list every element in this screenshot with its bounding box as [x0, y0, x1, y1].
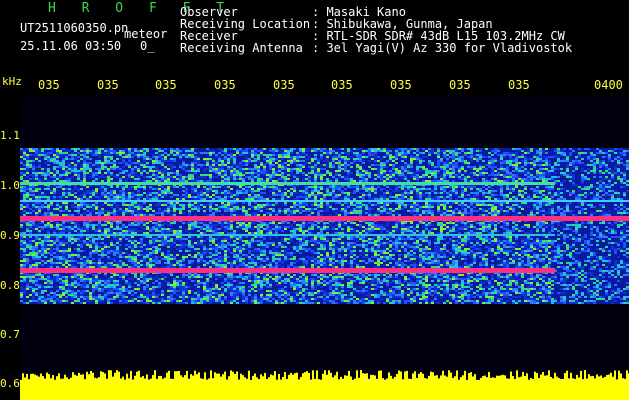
time-tick-label: 035	[214, 78, 236, 92]
frequency-tick-label: 1.0	[0, 179, 20, 192]
signal-band	[20, 148, 629, 304]
counter: 0_	[140, 39, 155, 53]
time-tick-label: 035	[449, 78, 471, 92]
time-tick-label: 035	[273, 78, 295, 92]
antenna-value: : 3el Yagi(V) Az 330 for Vladivostok	[312, 41, 573, 55]
frequency-tick-label: 0.6	[0, 377, 20, 390]
antenna-label: Receiving Antenna	[180, 41, 303, 55]
time-tick-label: 035	[508, 78, 530, 92]
time-tick-label: 035	[38, 78, 60, 92]
date-time: 25.11.06 03:50	[20, 39, 122, 53]
signal-line	[20, 234, 555, 236]
frequency-tick-label: 0.8	[0, 279, 20, 292]
frequency-tick-label: 0.7	[0, 328, 20, 341]
signal-line	[20, 182, 555, 185]
carrier-line-0-92khz	[20, 216, 629, 221]
file-name: UT2511060350.pn	[20, 21, 129, 35]
time-axis: 035 035 035 035 035 035 035 035 035 0400	[0, 79, 629, 95]
spectrogram	[20, 98, 629, 400]
time-tick-label: 035	[155, 78, 177, 92]
time-tick-label: 035	[331, 78, 353, 92]
header-panel: H R O F F T UT2511060350.pn meteor 25.11…	[0, 0, 629, 70]
frequency-axis: 1.1 1.0 0.9 0.8 0.7 0.6	[0, 70, 20, 400]
time-tick-label: 0400	[594, 78, 623, 92]
spectrogram-canvas	[20, 98, 629, 400]
noise-floor	[20, 370, 629, 400]
carrier-line-0-82khz	[20, 268, 555, 273]
signal-line	[20, 200, 629, 202]
frequency-tick-label: 1.1	[0, 129, 20, 142]
frequency-tick-label: 0.9	[0, 229, 20, 242]
time-tick-label: 035	[97, 78, 119, 92]
time-tick-label: 035	[390, 78, 412, 92]
